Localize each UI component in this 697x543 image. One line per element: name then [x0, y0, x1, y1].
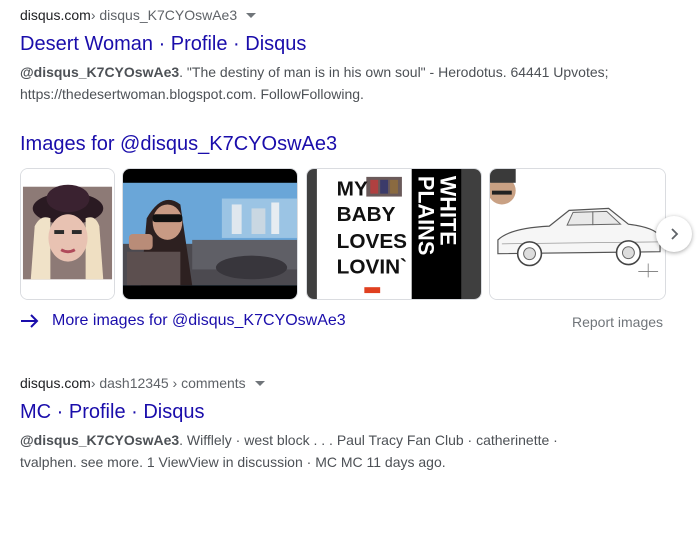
snippet-text-line1: . Wifflely · west block . . . Paul Tracy… [179, 432, 558, 448]
chevron-down-icon[interactable] [254, 381, 265, 386]
image-thumbnail-2[interactable] [122, 168, 298, 300]
search-result-2: disqus.com › dash12345 › comments MC · P… [20, 374, 680, 473]
album-text-line-3: LOVES [337, 230, 408, 253]
snippet-handle: @disqus_K7CYOswAe3 [20, 64, 180, 80]
album-cover-image: MY BABY LOVES LOVIN` WHITE PLAINS [307, 169, 481, 299]
chevron-right-icon [671, 228, 679, 240]
result-site: disqus.com [20, 375, 91, 391]
report-images-link[interactable]: Report images [572, 313, 663, 331]
chevron-down-icon[interactable] [246, 13, 257, 18]
result-site: disqus.com [20, 7, 91, 23]
carousel-next-button[interactable] [656, 216, 692, 252]
album-side-text-2: PLAINS [414, 176, 439, 255]
album-text-line-2: BABY [337, 203, 396, 226]
car-driver-image [123, 169, 297, 299]
result-path: › disqus_K7CYOswAe3 [90, 7, 238, 23]
arrow-right-icon [21, 314, 39, 328]
album-text-line-4: LOVIN` [337, 255, 407, 278]
car-sketch-image [490, 169, 665, 299]
snippet-text-line2: tvalphen. see more. 1 ViewView in discus… [20, 454, 446, 470]
result-snippet: @disqus_K7CYOswAe3. "The destiny of man … [20, 61, 680, 105]
more-images-label: More images for @disqus_K7CYOswAe3 [52, 312, 346, 329]
result-title-link[interactable]: MC · Profile · Disqus [20, 399, 680, 425]
images-heading-link[interactable]: Images for @disqus_K7CYOswAe3 [20, 131, 337, 157]
image-thumbnail-4[interactable] [489, 168, 666, 300]
portrait-hat-image [21, 169, 114, 299]
result-cite: disqus.com › dash12345 › comments [20, 374, 680, 392]
snippet-text-line2: https://thedesertwoman.blogspot.com. Fol… [20, 86, 364, 102]
result-path: › dash12345 › comments [90, 375, 246, 391]
snippet-handle: @disqus_K7CYOswAe3 [20, 432, 180, 448]
more-images-link[interactable]: More images for @disqus_K7CYOswAe3 [20, 311, 346, 331]
album-text-line-1: MY [337, 178, 368, 201]
result-snippet: @disqus_K7CYOswAe3. Wifflely · west bloc… [20, 429, 680, 473]
snippet-text-line1: . "The destiny of man is in his own soul… [179, 64, 609, 80]
image-thumbnail-3[interactable]: MY BABY LOVES LOVIN` WHITE PLAINS [306, 168, 482, 300]
result-cite: disqus.com › disqus_K7CYOswAe3 [20, 6, 680, 24]
search-result-1: disqus.com › disqus_K7CYOswAe3 Desert Wo… [20, 6, 680, 105]
image-thumbnail-1[interactable] [20, 168, 115, 300]
result-title-link[interactable]: Desert Woman · Profile · Disqus [20, 31, 680, 57]
